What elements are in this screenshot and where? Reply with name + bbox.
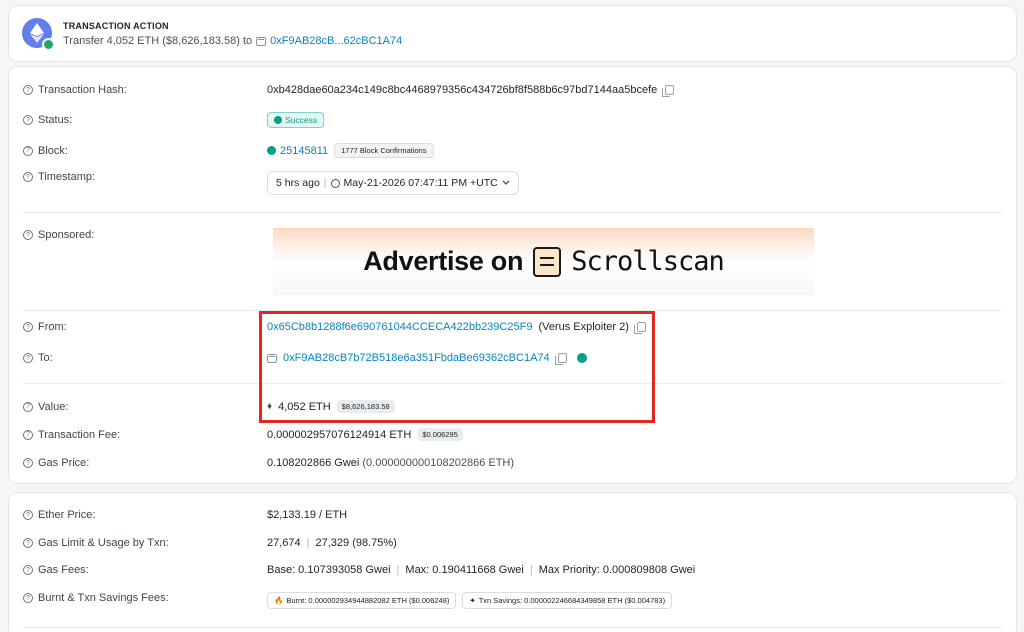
gas-fees-max: Max: 0.190411668 Gwei	[405, 564, 524, 576]
separator: |	[396, 564, 400, 576]
ether-price-label: Ether Price:	[38, 509, 96, 521]
question-icon[interactable]: ?	[23, 145, 33, 156]
gas-limit-row: ? Gas Limit & Usage by Txn: 27,674 | 27,329…	[23, 537, 397, 549]
value-label: Value:	[38, 400, 69, 413]
separator: |	[306, 537, 310, 549]
sponsored-label: Sponsored:	[38, 229, 95, 241]
txn-savings-chip: ✦ Txn Savings: 0.000002246684349858 ETH (…	[462, 592, 673, 609]
timestamp-date: May-21-2026 07:47:11 PM +UTC	[343, 177, 498, 189]
question-icon[interactable]: ?	[23, 322, 33, 332]
confirmations-badge: 1777 Block Confirmations	[334, 143, 434, 158]
gas-fees-priority: Max Priority: 0.000809808 Gwei	[538, 564, 696, 576]
burnt-label: Burnt & Txn Savings Fees:	[38, 592, 169, 604]
ether-price-value: $2,133.19 / ETH	[267, 509, 348, 521]
burnt-fee-value: Burnt: 0.000002934944882082 ETH ($0.0062…	[286, 596, 450, 605]
from-label: From:	[38, 321, 67, 333]
gas-fees-row: ? Gas Fees: Base: 0.107393058 Gwei | Max: 0…	[23, 564, 695, 576]
gas-price-label: Gas Price:	[38, 457, 90, 469]
contract-icon	[256, 36, 267, 46]
highlight-box	[259, 311, 655, 423]
transaction-action-card: TRANSACTION ACTION Transfer 4,052 ETH ($…	[8, 5, 1017, 62]
block-link[interactable]: 25145811	[280, 145, 328, 157]
action-address-link[interactable]: 0xF9AB28cB...62cBC1A74	[270, 35, 402, 47]
block-row: ? Block: 25145811 1777 Block Confirmations	[23, 143, 434, 158]
timestamp-ago: 5 hrs ago	[276, 177, 320, 189]
question-icon[interactable]: ?	[23, 353, 33, 363]
question-icon[interactable]: ?	[23, 538, 33, 548]
copy-icon[interactable]	[662, 85, 675, 97]
question-icon[interactable]: ?	[23, 593, 33, 603]
question-icon[interactable]: ?	[23, 115, 33, 125]
block-label: Block:	[38, 144, 68, 157]
clock-icon	[330, 178, 340, 188]
ad-text: Advertise on	[363, 246, 524, 276]
gas-limit-label: Gas Limit & Usage by Txn:	[38, 537, 169, 549]
timestamp-dropdown[interactable]: 5 hrs ago | May-21-2026 07:47:11 PM +UTC	[267, 171, 519, 195]
question-icon[interactable]: ?	[23, 510, 33, 520]
gas-price-row: ? Gas Price: 0.108202866 Gwei (0.000000000…	[23, 457, 514, 469]
separator: |	[323, 177, 327, 189]
question-icon[interactable]: ?	[23, 401, 33, 412]
action-summary: Transfer 4,052 ETH ($8,626,183.58) to 0x…	[63, 35, 402, 47]
question-icon[interactable]: ?	[23, 85, 33, 95]
fee-label: Transaction Fee:	[38, 428, 121, 441]
hash-value: 0xb428dae60a234c149c8bc4468979356c434726…	[267, 84, 658, 96]
burnt-fee-chip: 🔥 Burnt: 0.000002934944882082 ETH ($0.006…	[267, 592, 457, 609]
fee-amount: 0.000002957076124914 ETH	[267, 428, 412, 441]
ad-brand: Scrollscan	[571, 246, 725, 277]
chevron-down-icon	[502, 180, 510, 185]
status-label: Status:	[38, 114, 73, 126]
gas-limit-value: 27,674	[267, 537, 301, 549]
fee-usd-badge: $0.006295	[417, 428, 463, 441]
sponsored-row: ? Sponsored:	[23, 229, 267, 241]
gas-fees-label: Gas Fees:	[38, 564, 89, 576]
divider	[23, 212, 1002, 213]
separator: |	[529, 564, 533, 576]
hash-row: ? Transaction Hash: 0xb428dae60a234c149c8…	[23, 84, 675, 97]
question-icon[interactable]: ?	[23, 429, 33, 440]
fee-row: ? Transaction Fee: 0.000002957076124914 E…	[23, 428, 463, 441]
timestamp-row: ? Timestamp: 5 hrs ago | May-21-2026 07:47:…	[23, 171, 519, 195]
question-icon[interactable]: ?	[23, 565, 33, 575]
burnt-row: ? Burnt & Txn Savings Fees: 🔥 Burnt: 0.000…	[23, 592, 673, 609]
status-dot-icon	[42, 38, 55, 51]
check-circle-icon	[274, 116, 282, 124]
question-icon[interactable]: ?	[23, 230, 33, 240]
status-value: Success	[285, 115, 318, 125]
txn-savings-value: Txn Savings: 0.000002246684349858 ETH ($…	[478, 596, 666, 605]
gas-price-gwei: 0.108202866 Gwei	[267, 457, 360, 469]
question-icon[interactable]: ?	[23, 458, 33, 468]
action-title: TRANSACTION ACTION	[63, 21, 169, 31]
gas-fees-base: Base: 0.107393058 Gwei	[267, 564, 391, 576]
question-icon[interactable]: ?	[23, 172, 33, 182]
advertise-banner[interactable]: Advertise on Scrollscan	[273, 228, 814, 295]
gas-usage-value: 27,329 (98.75%)	[315, 537, 397, 549]
savings-icon: ✦	[469, 596, 476, 605]
hash-label: Transaction Hash:	[38, 84, 127, 96]
status-row: ? Status: Success	[23, 112, 325, 128]
fire-icon: 🔥	[274, 596, 284, 605]
gas-price-eth: (0.000000000108202866 ETH)	[362, 457, 515, 469]
transaction-details-card: ? Transaction Hash: 0xb428dae60a234c149c8…	[8, 66, 1017, 484]
status-badge: Success	[267, 112, 325, 128]
timestamp-label: Timestamp:	[38, 171, 96, 183]
ether-price-row: ? Ether Price: $2,133.19 / ETH	[23, 509, 347, 521]
more-details-card: ? Ether Price: $2,133.19 / ETH ? Gas Limit…	[8, 492, 1017, 632]
scroll-logo-icon	[533, 246, 562, 277]
divider	[23, 627, 1002, 628]
to-label: To:	[38, 352, 53, 364]
check-circle-icon	[267, 146, 276, 155]
action-prefix: Transfer 4,052 ETH ($8,626,183.58) to	[63, 35, 253, 47]
